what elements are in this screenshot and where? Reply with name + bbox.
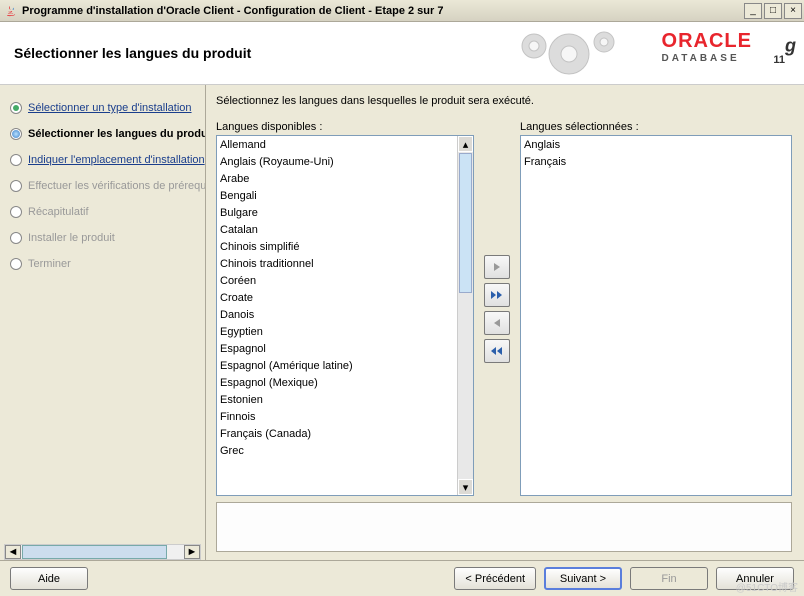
- minimize-button[interactable]: _: [744, 3, 762, 19]
- list-item[interactable]: Bulgare: [217, 205, 457, 222]
- list-item[interactable]: Allemand: [217, 137, 457, 154]
- back-button[interactable]: < Précédent: [454, 567, 536, 590]
- remove-all-button[interactable]: [484, 339, 510, 363]
- wizard-header: Sélectionner les langues du produit ORAC…: [0, 22, 804, 85]
- list-item[interactable]: Espagnol (Amérique latine): [217, 358, 457, 375]
- step-label[interactable]: Indiquer l'emplacement d'installation: [28, 154, 205, 166]
- window-controls: _ □ ×: [744, 3, 802, 19]
- list-scrollbar[interactable]: ▴ ▾: [457, 136, 473, 495]
- scroll-thumb[interactable]: [22, 545, 167, 559]
- list-item[interactable]: Anglais: [521, 137, 791, 154]
- wizard-step-3: Effectuer les vérifications de prérequis: [0, 173, 205, 199]
- java-icon: [4, 4, 18, 18]
- selected-languages-list[interactable]: AnglaisFrançais: [520, 135, 792, 496]
- main-content: Sélectionnez les langues dans lesquelles…: [206, 85, 804, 560]
- scroll-right-icon[interactable]: ►: [184, 545, 200, 559]
- list-item[interactable]: Chinois traditionnel: [217, 256, 457, 273]
- version-label: 11g: [773, 34, 796, 71]
- wizard-step-6: Terminer: [0, 251, 205, 277]
- step-label: Effectuer les vérifications de prérequis: [28, 180, 206, 192]
- watermark: @51CTO博客: [736, 579, 798, 594]
- scroll-thumb[interactable]: [459, 153, 472, 293]
- available-languages-list[interactable]: AllemandAnglais (Royaume-Uni)ArabeBengal…: [216, 135, 474, 496]
- add-button[interactable]: [484, 255, 510, 279]
- gears-icon: [514, 24, 624, 87]
- list-item[interactable]: Anglais (Royaume-Uni): [217, 154, 457, 171]
- scroll-down-icon[interactable]: ▾: [458, 479, 473, 495]
- next-button[interactable]: Suivant >: [544, 567, 622, 590]
- message-area: [216, 502, 792, 552]
- list-item[interactable]: Français: [521, 154, 791, 171]
- list-item[interactable]: Catalan: [217, 222, 457, 239]
- step-label: Sélectionner les langues du produit: [28, 128, 206, 140]
- wizard-step-5: Installer le produit: [0, 225, 205, 251]
- page-title: Sélectionner les langues du produit: [14, 45, 251, 61]
- add-all-button[interactable]: [484, 283, 510, 307]
- wizard-step-0[interactable]: Sélectionner un type d'installation: [0, 95, 205, 121]
- step-label: Terminer: [28, 258, 71, 270]
- list-item[interactable]: Grec: [217, 443, 457, 460]
- selected-label: Langues sélectionnées :: [520, 121, 792, 133]
- oracle-logo: ORACLE DATABASE: [662, 30, 752, 64]
- maximize-button[interactable]: □: [764, 3, 782, 19]
- step-label: Récapitulatif: [28, 206, 89, 218]
- list-item[interactable]: Croate: [217, 290, 457, 307]
- list-item[interactable]: Chinois simplifié: [217, 239, 457, 256]
- list-item[interactable]: Espagnol (Mexique): [217, 375, 457, 392]
- list-item[interactable]: Coréen: [217, 273, 457, 290]
- scroll-left-icon[interactable]: ◄: [5, 545, 21, 559]
- remove-button[interactable]: [484, 311, 510, 335]
- list-item[interactable]: Danois: [217, 307, 457, 324]
- scroll-up-icon[interactable]: ▴: [458, 136, 473, 152]
- instruction-text: Sélectionnez les langues dans lesquelles…: [216, 95, 792, 107]
- list-item[interactable]: Bengali: [217, 188, 457, 205]
- list-item[interactable]: Espagnol: [217, 341, 457, 358]
- wizard-steps-sidebar: Sélectionner un type d'installation Sélec…: [0, 85, 206, 560]
- wizard-footer: Aide < Précédent Suivant > Fin Annuler: [0, 560, 804, 596]
- window-title: Programme d'installation d'Oracle Client…: [22, 5, 744, 17]
- list-item[interactable]: Finnois: [217, 409, 457, 426]
- title-bar: Programme d'installation d'Oracle Client…: [0, 0, 804, 22]
- wizard-step-1: Sélectionner les langues du produit: [0, 121, 205, 147]
- step-label[interactable]: Sélectionner un type d'installation: [28, 102, 192, 114]
- available-label: Langues disponibles :: [216, 121, 474, 133]
- list-item[interactable]: Estonien: [217, 392, 457, 409]
- help-button[interactable]: Aide: [10, 567, 88, 590]
- list-item[interactable]: Arabe: [217, 171, 457, 188]
- list-item[interactable]: Français (Canada): [217, 426, 457, 443]
- wizard-step-4: Récapitulatif: [0, 199, 205, 225]
- wizard-step-2[interactable]: Indiquer l'emplacement d'installation: [0, 147, 205, 173]
- transfer-buttons: [482, 121, 512, 496]
- list-item[interactable]: Egyptien: [217, 324, 457, 341]
- finish-button: Fin: [630, 567, 708, 590]
- sidebar-scrollbar[interactable]: ◄ ►: [4, 544, 201, 560]
- step-label: Installer le produit: [28, 232, 115, 244]
- close-button[interactable]: ×: [784, 3, 802, 19]
